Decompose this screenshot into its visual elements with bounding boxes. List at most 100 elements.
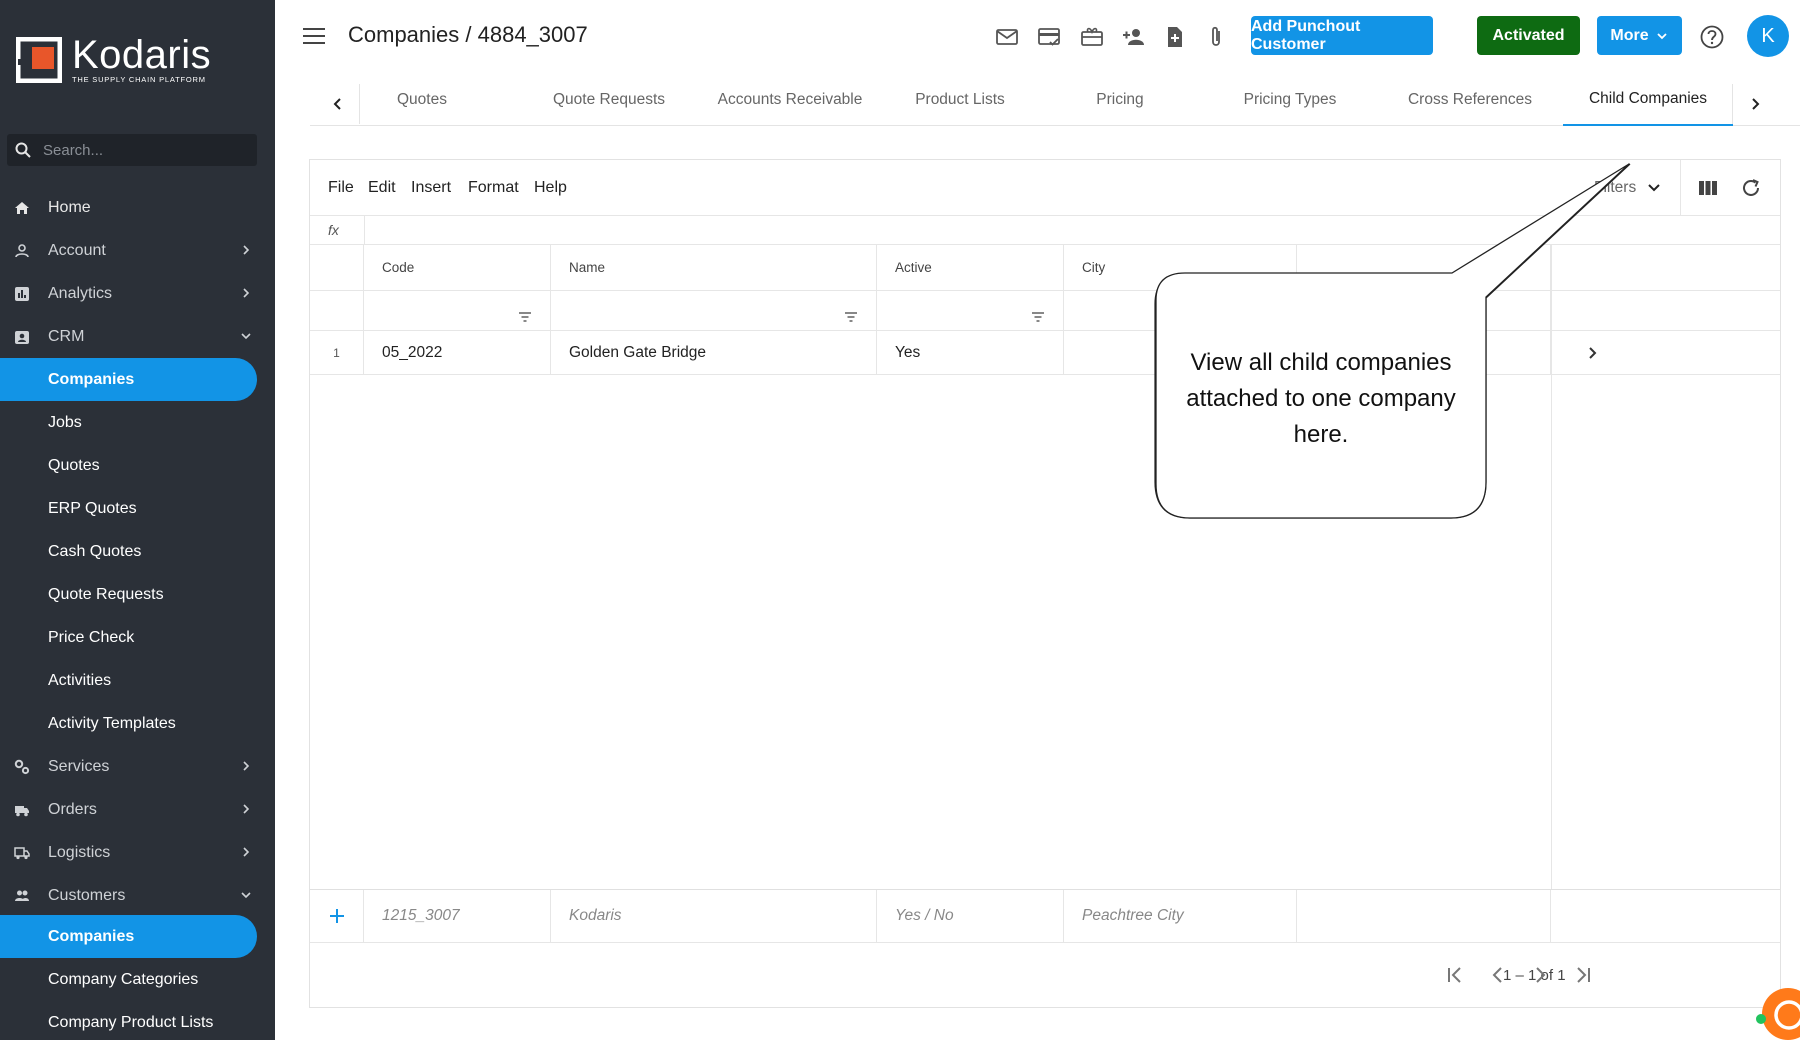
- sidebar-item-company-product-lists[interactable]: Company Product Lists: [0, 1001, 275, 1040]
- tab-accounts-receivable[interactable]: Accounts Receivable: [708, 74, 872, 126]
- column-header-name[interactable]: Name: [551, 245, 877, 290]
- logo-name: Kodaris: [72, 33, 212, 77]
- sidebar-item-label: Company Categories: [48, 970, 199, 988]
- chat-icon: [1774, 1000, 1800, 1030]
- active-filter-cell[interactable]: [877, 291, 1064, 330]
- column-header-code[interactable]: Code: [364, 245, 551, 290]
- sidebar-item-orders[interactable]: Orders: [0, 788, 275, 831]
- tab-scroll-left[interactable]: [316, 84, 360, 124]
- active-cell[interactable]: Yes: [877, 331, 1064, 374]
- new-code-input[interactable]: 1215_3007: [364, 890, 551, 942]
- analytics-icon: [15, 287, 29, 301]
- sidebar-item-analytics[interactable]: Analytics: [0, 272, 275, 315]
- sidebar-item-account[interactable]: Account: [0, 229, 275, 272]
- tab-pricing[interactable]: Pricing: [1060, 74, 1180, 126]
- help-icon[interactable]: [1699, 24, 1725, 50]
- sidebar-item-activities[interactable]: Activities: [0, 659, 275, 702]
- sidebar-item-label: Quotes: [48, 456, 100, 474]
- gift-card-icon[interactable]: [1079, 24, 1105, 50]
- sidebar-item-customers-companies[interactable]: Companies: [0, 915, 257, 958]
- mail-icon[interactable]: [994, 24, 1020, 50]
- menu-format[interactable]: Format: [468, 179, 519, 197]
- table-row[interactable]: 1 05_2022 Golden Gate Bridge Yes: [310, 331, 1780, 375]
- tab-pricing-types[interactable]: Pricing Types: [1220, 74, 1360, 126]
- tab-quotes[interactable]: Quotes: [362, 74, 482, 126]
- new-city-input[interactable]: Peachtree City: [1064, 890, 1297, 942]
- city-filter-cell[interactable]: [1064, 291, 1297, 330]
- last-page-icon[interactable]: [1571, 963, 1595, 987]
- more-button[interactable]: More: [1597, 16, 1682, 55]
- add-document-icon[interactable]: [1162, 24, 1188, 50]
- payment-card-icon[interactable]: [1036, 24, 1062, 50]
- new-active-select[interactable]: Yes / No: [877, 890, 1064, 942]
- logistics-icon: [14, 847, 30, 860]
- tab-scroll-right[interactable]: [1732, 84, 1776, 124]
- add-user-icon[interactable]: [1121, 24, 1147, 50]
- formula-bar[interactable]: fx: [310, 216, 1780, 245]
- next-page-icon[interactable]: [1528, 963, 1552, 987]
- previous-page-icon[interactable]: [1486, 963, 1510, 987]
- refresh-icon[interactable]: [1740, 177, 1762, 199]
- spreadsheet-menubar: File Edit Insert Format Help Filters: [310, 160, 1780, 216]
- add-row-button[interactable]: [310, 890, 364, 942]
- tab-product-lists[interactable]: Product Lists: [890, 74, 1030, 126]
- sidebar-item-company-categories[interactable]: Company Categories: [0, 958, 275, 1001]
- sidebar-item-label: Companies: [48, 370, 135, 388]
- sidebar-item-jobs[interactable]: Jobs: [0, 401, 275, 444]
- activated-button[interactable]: Activated: [1477, 16, 1580, 55]
- sidebar-item-services[interactable]: Services: [0, 745, 275, 788]
- sidebar-item-erp-quotes[interactable]: ERP Quotes: [0, 487, 275, 530]
- sidebar-item-quote-requests[interactable]: Quote Requests: [0, 573, 275, 616]
- menu-file[interactable]: File: [328, 179, 354, 197]
- sidebar-item-price-check[interactable]: Price Check: [0, 616, 275, 659]
- sidebar-item-cash-quotes[interactable]: Cash Quotes: [0, 530, 275, 573]
- add-punchout-customer-button[interactable]: Add Punchout Customer: [1251, 16, 1433, 55]
- chevron-down-icon[interactable]: [1646, 180, 1662, 196]
- sidebar-item-logistics[interactable]: Logistics: [0, 831, 275, 874]
- tab-quote-requests[interactable]: Quote Requests: [534, 74, 684, 126]
- child-companies-grid-card: File Edit Insert Format Help Filters fx …: [309, 159, 1781, 1008]
- menu-help[interactable]: Help: [534, 179, 567, 197]
- sidebar-search-input[interactable]: [43, 141, 233, 159]
- name-filter-cell[interactable]: [551, 291, 877, 330]
- chevron-down-icon: [1656, 32, 1667, 39]
- code-filter-cell[interactable]: [364, 291, 551, 330]
- menu-edit[interactable]: Edit: [368, 179, 396, 197]
- sidebar-item-crm[interactable]: CRM: [0, 315, 275, 358]
- filter-icon[interactable]: [518, 311, 532, 323]
- formula-divider: [364, 216, 365, 245]
- menu-icon[interactable]: [303, 27, 325, 45]
- chat-widget-button[interactable]: [1762, 988, 1800, 1040]
- menu-insert[interactable]: Insert: [411, 179, 451, 197]
- sidebar-item-crm-companies[interactable]: Companies: [0, 358, 257, 401]
- filters-dropdown[interactable]: Filters: [1594, 179, 1636, 197]
- column-header-city[interactable]: City: [1064, 245, 1297, 290]
- grid-filter-row: [310, 291, 1780, 331]
- tab-cross-references[interactable]: Cross References: [1390, 74, 1550, 126]
- avatar[interactable]: K: [1747, 15, 1789, 57]
- column-header-active[interactable]: Active: [877, 245, 1064, 290]
- sidebar-item-label: Company Product Lists: [48, 1013, 214, 1031]
- fx-label: fx: [328, 222, 339, 238]
- first-page-icon[interactable]: [1443, 963, 1467, 987]
- new-name-input[interactable]: Kodaris: [551, 890, 877, 942]
- chevron-right-icon: [243, 761, 250, 771]
- filter-icon[interactable]: [1031, 311, 1045, 323]
- kodaris-logo[interactable]: Kodaris THE SUPPLY CHAIN PLATFORM: [16, 33, 212, 84]
- columns-icon[interactable]: [1698, 178, 1718, 198]
- sidebar-item-quotes[interactable]: Quotes: [0, 444, 275, 487]
- attachment-icon[interactable]: [1203, 24, 1229, 50]
- sidebar-item-customers[interactable]: Customers: [0, 874, 275, 917]
- sidebar-item-label: Customers: [48, 886, 126, 904]
- code-cell[interactable]: 05_2022: [364, 331, 551, 374]
- name-cell[interactable]: Golden Gate Bridge: [551, 331, 877, 374]
- sidebar-item-activity-templates[interactable]: Activity Templates: [0, 702, 275, 745]
- chevron-right-icon[interactable]: [1585, 345, 1599, 361]
- sidebar-search[interactable]: [7, 134, 257, 166]
- tab-child-companies[interactable]: Child Companies: [1563, 74, 1733, 126]
- filter-icon[interactable]: [844, 311, 858, 323]
- sidebar-item-home[interactable]: Home: [0, 186, 257, 229]
- sidebar-item-label: Activity Templates: [48, 714, 176, 732]
- home-icon: [15, 202, 29, 214]
- callout-text: View all child companies attached to one…: [1186, 349, 1456, 448]
